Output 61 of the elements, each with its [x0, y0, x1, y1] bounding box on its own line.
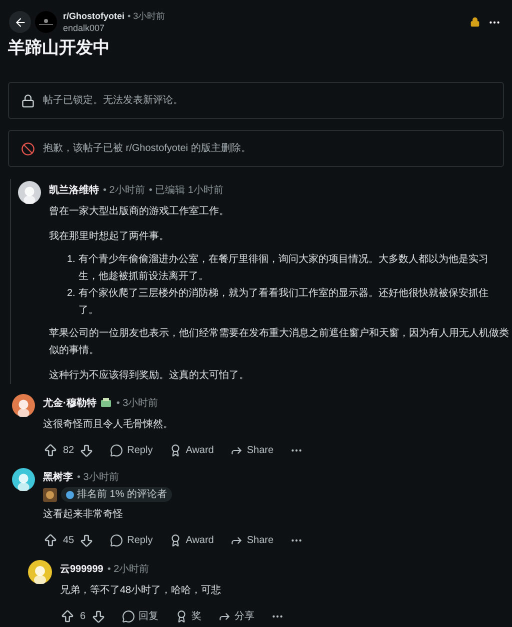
username[interactable]: 云999999: [60, 562, 104, 576]
comment-icon: [110, 534, 124, 547]
list-number: 1.: [67, 253, 76, 267]
comment-icon: [122, 610, 135, 623]
reply-button[interactable]: 回复: [122, 609, 159, 624]
comment-text: 这种行为不应该得到奖励。这真的太可怕了。: [49, 368, 250, 383]
share-button[interactable]: Share: [230, 443, 274, 458]
award-button[interactable]: 奖: [174, 609, 202, 624]
award-button[interactable]: Award: [168, 443, 214, 458]
notice-text: 抱歉，该帖子已被 r/Ghostofyotei 的版主删除。: [43, 142, 251, 156]
list-item-text: 有个家伙爬了三层楼外的消防梯，就为了看看我们工作室的显示器。还好他很快就被保安抓住了。: [78, 286, 490, 318]
badge-icon: [66, 490, 74, 498]
post-time: • 3小时前: [128, 10, 166, 22]
vote-count: 45: [63, 534, 74, 548]
reply-button[interactable]: Reply: [110, 443, 153, 458]
award-icon: [168, 534, 182, 547]
vote-count: 6: [80, 610, 86, 624]
vote-count: 82: [63, 444, 74, 458]
comment-text: 这很奇怪而且令人毛骨悚然。: [43, 418, 174, 432]
downvote-icon[interactable]: [79, 533, 94, 548]
upvote-icon[interactable]: [43, 533, 58, 548]
lock-icon: [21, 94, 35, 108]
award-icon: [174, 610, 188, 623]
comment-time: • 3小时前: [77, 470, 119, 484]
share-icon: [218, 610, 231, 623]
subreddit-name[interactable]: r/Ghostofyotei: [63, 10, 125, 22]
back-button[interactable]: [9, 11, 31, 33]
author-name[interactable]: endalk007: [63, 22, 166, 34]
comment-text: 苹果公司的一位朋友也表示，他们经常需要在发布重大消息之前遮住窗户和天窗，因为有人用无人机做类似的事情。: [49, 326, 510, 358]
award-button[interactable]: Award: [168, 533, 214, 548]
list-number: 2.: [67, 287, 76, 301]
share-button[interactable]: 分享: [218, 609, 255, 624]
username[interactable]: 凯兰洛维特: [49, 182, 99, 198]
top-commenter-badge: 排名前 1% 的评论者: [61, 487, 172, 502]
share-icon: [230, 534, 243, 547]
back-arrow-icon: [14, 16, 26, 28]
badge-picture-icon: [43, 488, 57, 502]
username[interactable]: 黑树李: [43, 470, 73, 484]
award-icon: [168, 444, 182, 457]
comment-time: • 3小时前: [116, 396, 158, 410]
username[interactable]: 尤金·穆勒特: [43, 396, 96, 410]
comment-icon: [110, 444, 124, 457]
subreddit-icon[interactable]: [35, 11, 57, 33]
upvote-icon[interactable]: [43, 443, 58, 458]
removed-icon: [21, 142, 35, 156]
share-button[interactable]: Share: [230, 533, 274, 548]
upvote-icon[interactable]: [60, 609, 75, 624]
comment-text: 曾在一家大型出版商的游戏工作室工作。: [49, 204, 230, 219]
comment-time: • 2小时前: [103, 184, 145, 198]
downvote-icon[interactable]: [90, 609, 106, 624]
post-title: 羊蹄山开发中: [7, 37, 111, 59]
downvote-icon[interactable]: [79, 443, 94, 458]
share-icon: [230, 444, 243, 457]
comment-text: 兄弟，等不了48小时了，哈哈，可悲: [60, 584, 222, 598]
comment-time: • 2小时前: [107, 562, 150, 576]
notice-text: 帖子已锁定。无法发表新评论。: [43, 94, 183, 108]
comment-text: 我在那里时想起了两件事。: [49, 230, 170, 244]
list-item-text: 有个青少年偷偷溜进办公室，在餐厅里徘徊，询问大家的项目情况。大多数人都以为他是实习生，他趁被抓前设法离开了。: [78, 252, 490, 284]
reply-button[interactable]: Reply: [110, 533, 153, 548]
edited-time: • 已编辑 1小时前: [148, 184, 224, 198]
comment-text: 这看起来非常奇怪: [43, 508, 124, 522]
